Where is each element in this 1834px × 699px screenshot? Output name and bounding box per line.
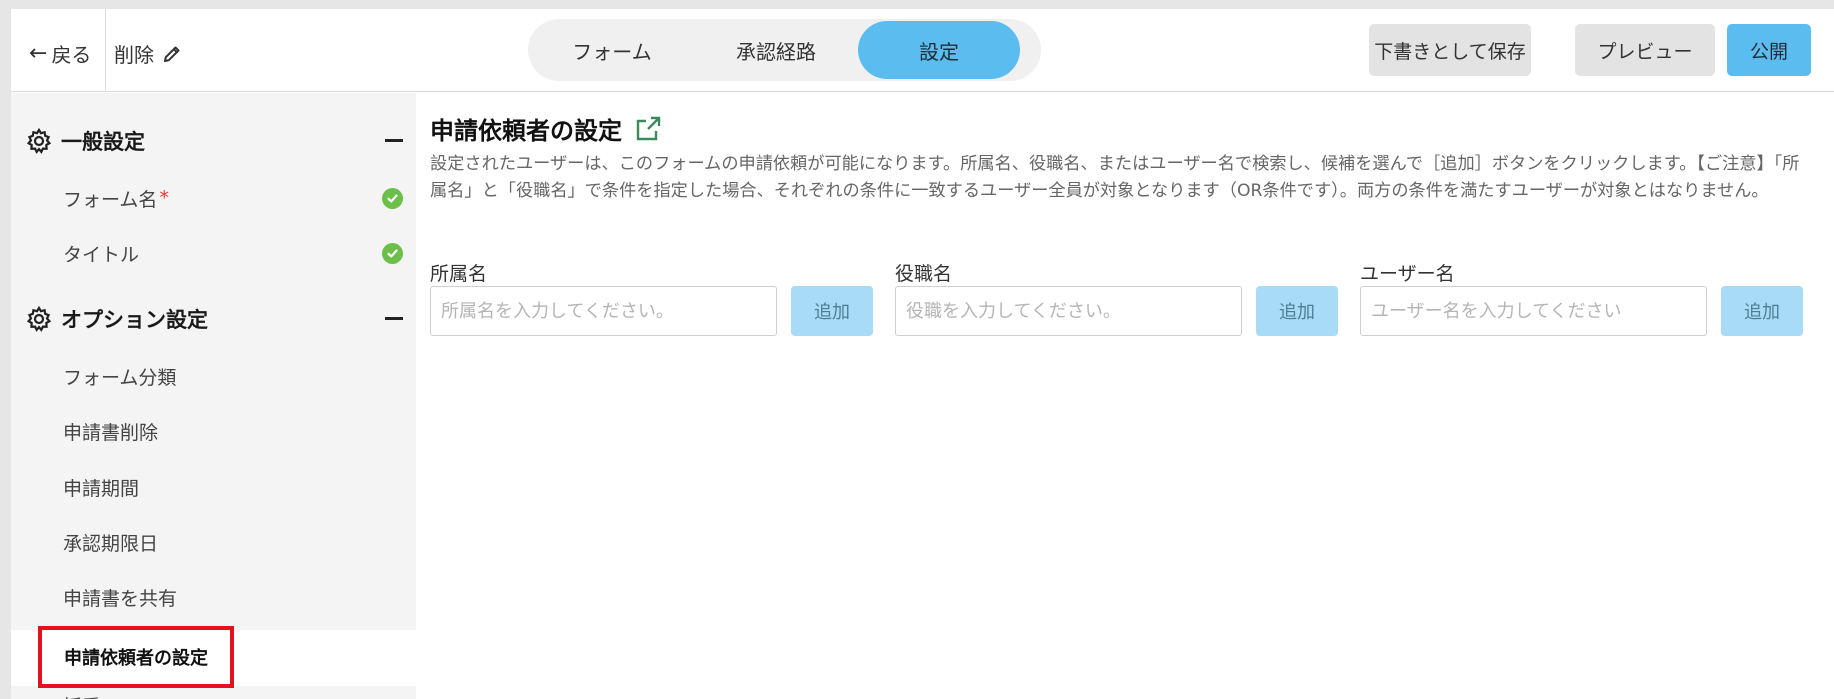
delete-button[interactable]: 削除 [114,39,182,68]
save-draft-button[interactable]: 下書きとして保存 [1369,24,1531,76]
sidebar-item-requester-settings[interactable]: 申請依頼者の設定 [38,626,234,688]
main-content: 申請依頼者の設定 設定されたユーザーは、このフォームの申請依頼が可能になります。… [416,93,1834,699]
sidebar-item-application-period[interactable]: 申請期間 [63,467,403,507]
sidebar-item-form-category[interactable]: フォーム分類 [63,356,403,396]
publish-button[interactable]: 公開 [1727,24,1811,76]
sidebar-item-title[interactable]: タイトル [63,233,403,273]
add-username-button[interactable]: 追加 [1721,286,1803,336]
sidebar-item-application-delete[interactable]: 申請書削除 [63,411,403,451]
collapse-minus-icon[interactable] [385,139,403,142]
section-general-header[interactable]: 一般設定 [25,121,405,161]
sidebar-item-numbering[interactable]: 採番 [63,685,403,699]
gear-icon [26,305,52,332]
section-options-header[interactable]: オプション設定 [25,299,405,339]
section-general-title: 一般設定 [61,130,145,154]
collapse-minus-icon[interactable] [385,317,403,320]
required-mark: * [159,187,169,209]
sidebar-item-label: 申請期間 [63,477,140,500]
tab-approval-route[interactable]: 承認経路 [694,21,858,79]
sidebar-item-form-name[interactable]: フォーム名 * [63,178,403,218]
field-label-username: ユーザー名 [1360,263,1455,285]
page-title-text: 申請依頼者の設定 [430,117,622,145]
page-title: 申請依頼者の設定 [430,111,662,146]
sidebar-item-label: フォーム分類 [63,366,177,389]
external-link-icon[interactable] [634,116,662,142]
description-text: 設定されたユーザーは、このフォームの申請依頼が可能になります。所属名、役職名、ま… [430,154,1800,201]
sidebar-item-label: タイトル [63,243,140,266]
delete-label: 削除 [114,43,154,67]
section-options-title: オプション設定 [61,308,208,332]
department-input[interactable] [430,286,777,336]
pencil-icon [164,46,180,62]
top-header: ← 戻る 削除 フォーム 承認経路 設定 下書きとして保存 プレビュー 公開 [11,9,1834,92]
tab-settings[interactable]: 設定 [858,21,1020,79]
sidebar-item-share-application[interactable]: 申請書を共有 [63,577,403,617]
username-input[interactable] [1360,286,1707,336]
position-input[interactable] [895,286,1242,336]
sidebar-item-label: 採番 [63,692,101,699]
add-department-button[interactable]: 追加 [791,286,873,336]
tab-form[interactable]: フォーム [530,21,694,79]
settings-sidebar: 一般設定 フォーム名 * タイトル オプション設定 フォーム分類 申請書削除 申… [11,93,416,699]
sidebar-item-label: 承認期限日 [63,532,159,555]
field-label-position: 役職名 [895,263,953,285]
arrow-left-icon: ← [29,40,48,66]
sidebar-item-approval-deadline[interactable]: 承認期限日 [63,522,403,562]
sidebar-item-label: 申請書削除 [63,421,159,444]
app-window: ← 戻る 削除 フォーム 承認経路 設定 下書きとして保存 プレビュー 公開 一… [11,9,1834,699]
sidebar-item-label: 申請書を共有 [63,587,178,610]
back-label: 戻る [51,43,92,67]
preview-button[interactable]: プレビュー [1575,24,1715,76]
back-button[interactable]: ← 戻る [29,39,91,68]
sidebar-item-label: フォーム名 [63,188,158,211]
add-position-button[interactable]: 追加 [1256,286,1338,336]
mode-tabs: フォーム 承認経路 設定 [528,19,1041,81]
check-icon [382,188,403,209]
header-divider [105,9,106,92]
check-icon [382,243,403,264]
gear-icon [26,127,52,154]
field-label-department: 所属名 [430,263,488,285]
